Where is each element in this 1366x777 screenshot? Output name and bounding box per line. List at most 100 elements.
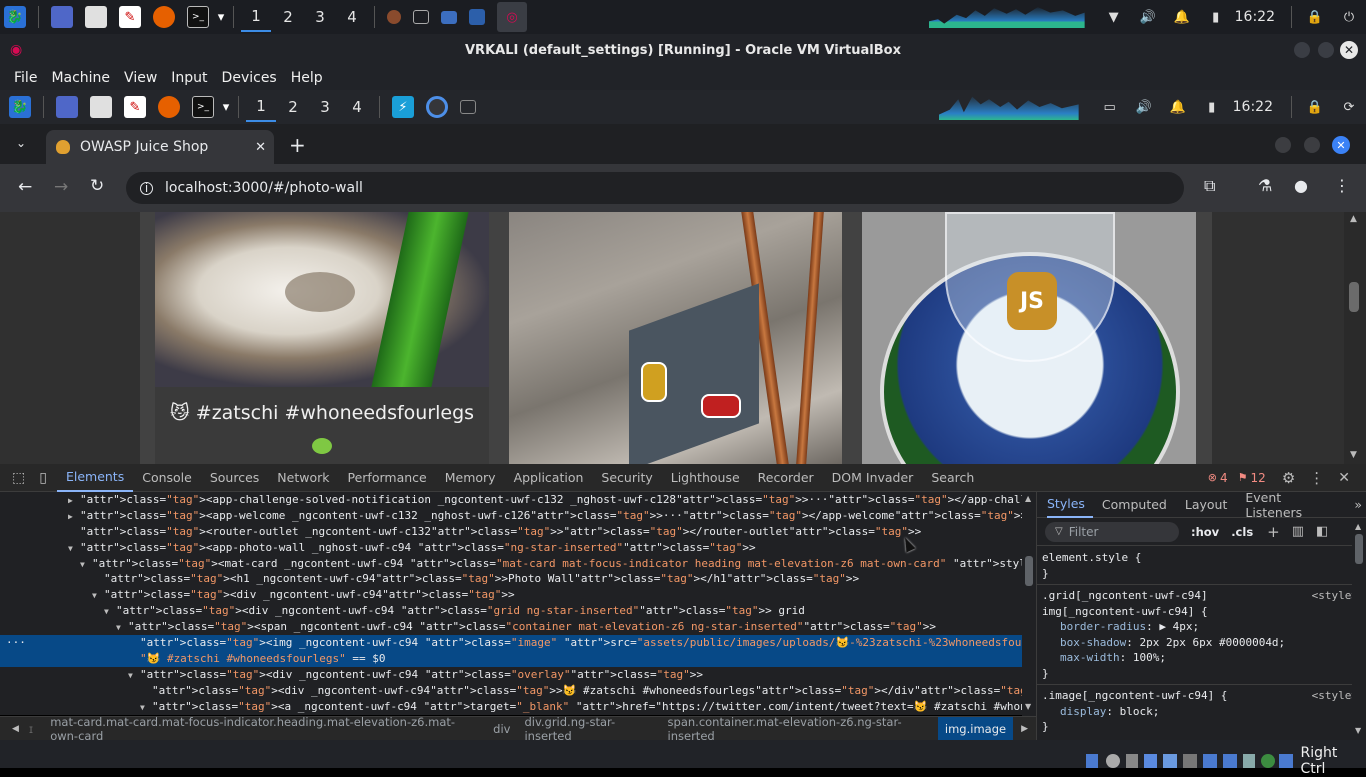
- elements-scrollbar[interactable]: ▲ ▼: [1022, 492, 1036, 716]
- minimize-icon[interactable]: [1294, 42, 1310, 58]
- audio-icon[interactable]: [1126, 754, 1138, 768]
- menu-kebab-icon[interactable]: ⋮: [1334, 176, 1350, 195]
- refresh-session-icon[interactable]: ⟳: [1338, 96, 1360, 118]
- dom-node[interactable]: ▼"attr">class="tag"><a _ngcontent-uwf-c9…: [0, 699, 1036, 715]
- recording-icon[interactable]: [1223, 754, 1237, 768]
- devtools-tab-dom-invader[interactable]: DOM Invader: [823, 464, 923, 492]
- forward-icon[interactable]: →: [54, 177, 68, 197]
- expand-toggle-icon[interactable]: ▼: [68, 541, 80, 557]
- breadcrumb-item[interactable]: mat-card.mat-card.mat-focus-indicator.he…: [43, 717, 486, 740]
- menu-file[interactable]: File: [0, 70, 44, 86]
- terminal-icon[interactable]: >_: [187, 6, 209, 28]
- dom-node[interactable]: ▼"attr">class="tag"><app-photo-wall _ngh…: [0, 540, 1036, 556]
- device-toolbar-icon[interactable]: ▯: [39, 470, 47, 486]
- issue-count[interactable]: 12: [1251, 471, 1266, 485]
- style-declaration[interactable]: border-radius: ▶ 4px;: [1042, 619, 1358, 635]
- menu-view[interactable]: View: [117, 70, 164, 86]
- profile-icon[interactable]: ●: [1294, 176, 1308, 195]
- dom-node[interactable]: ▶"attr">class="tag"><app-welcome _ngcont…: [0, 508, 1036, 524]
- folder-window-icon[interactable]: [441, 11, 457, 24]
- scroll-down-icon[interactable]: ▼: [1355, 726, 1361, 735]
- workspace-3[interactable]: 3: [310, 92, 340, 122]
- bell-icon[interactable]: 🔔: [1167, 96, 1189, 118]
- expand-toggle-icon[interactable]: ▼: [140, 700, 152, 715]
- expand-toggle-icon[interactable]: ▼: [116, 620, 128, 636]
- back-icon[interactable]: ←: [18, 177, 32, 197]
- workspace-1[interactable]: 1: [246, 92, 276, 122]
- add-rule-icon[interactable]: +: [1267, 523, 1280, 541]
- chromium-icon[interactable]: [426, 96, 448, 118]
- hov-toggle[interactable]: :hov: [1191, 525, 1219, 539]
- dom-node[interactable]: ▼"attr">class="tag"><div _ngcontent-uwf-…: [0, 587, 1036, 603]
- scroll-thumb[interactable]: [1025, 556, 1033, 586]
- scroll-up-icon[interactable]: ▲: [1355, 522, 1361, 531]
- style-declaration[interactable]: max-width: 100%;: [1042, 650, 1358, 666]
- tab-juice-shop[interactable]: OWASP Juice Shop ✕: [46, 130, 274, 164]
- volume-icon[interactable]: 🔊: [1137, 6, 1159, 28]
- dom-node[interactable]: ▼"attr">class="tag"><span _ngcontent-uwf…: [0, 619, 1036, 635]
- firefox-window-icon[interactable]: [387, 10, 401, 24]
- mouse-integration-icon[interactable]: [1261, 754, 1275, 768]
- workspace-3[interactable]: 3: [305, 2, 335, 32]
- breadcrumb-item[interactable]: span.container.mat-elevation-z6.ng-star-…: [661, 717, 938, 740]
- close-tab-icon[interactable]: ✕: [255, 140, 266, 155]
- new-tab-button[interactable]: +: [289, 133, 306, 157]
- site-info-icon[interactable]: i: [140, 182, 153, 195]
- dom-node[interactable]: ▼"attr">class="tag"><div _ngcontent-uwf-…: [0, 667, 1036, 683]
- devtools-tab-application[interactable]: Application: [505, 464, 593, 492]
- optical-icon[interactable]: [1106, 754, 1120, 768]
- network-icon[interactable]: [1144, 754, 1158, 768]
- paint-icon[interactable]: ▥: [1292, 524, 1304, 539]
- breadcrumb-back-icon[interactable]: ◀: [0, 724, 29, 734]
- workspace-1[interactable]: 1: [241, 2, 271, 32]
- vt-x-icon[interactable]: [1243, 754, 1255, 768]
- node-actions-icon[interactable]: ···: [6, 635, 26, 651]
- dom-node[interactable]: "attr">class="tag"><h1 _ngcontent-uwf-c9…: [0, 571, 1036, 587]
- settings-gear-icon[interactable]: ⚙: [1282, 469, 1295, 487]
- devtools-tab-sources[interactable]: Sources: [201, 464, 268, 492]
- extensions-icon[interactable]: ⧉: [1204, 176, 1215, 196]
- cls-toggle[interactable]: .cls: [1231, 525, 1253, 539]
- labs-icon[interactable]: ⚗: [1258, 176, 1272, 195]
- wifi-icon[interactable]: ▼: [1103, 6, 1125, 28]
- issue-badge-icon[interactable]: ⚑: [1238, 471, 1248, 484]
- devtools-tab-network[interactable]: Network: [268, 464, 338, 492]
- close-icon[interactable]: ✕: [1332, 136, 1350, 154]
- devtools-tab-lighthouse[interactable]: Lighthouse: [662, 464, 749, 492]
- breadcrumb-item[interactable]: div.grid.ng-star-inserted: [517, 717, 660, 740]
- battery-icon[interactable]: ▮: [1201, 96, 1223, 118]
- styles-scrollbar[interactable]: ▲ ▼: [1352, 518, 1366, 740]
- style-declaration[interactable]: box-shadow: 2px 2px 6px #0000004d;: [1042, 635, 1358, 651]
- toggle-sidebar-icon[interactable]: ◧: [1316, 524, 1328, 539]
- devtools-tab-security[interactable]: Security: [592, 464, 661, 492]
- dom-node[interactable]: "attr">class="tag"><router-outlet _ngcon…: [0, 524, 1036, 540]
- breadcrumb-forward-icon[interactable]: ▶: [1013, 724, 1036, 734]
- dom-node[interactable]: ▶"attr">class="tag"><app-challenge-solve…: [0, 492, 1036, 508]
- expand-toggle-icon[interactable]: ▼: [92, 588, 104, 604]
- menu-input[interactable]: Input: [164, 70, 214, 86]
- usb-icon[interactable]: [1163, 754, 1177, 768]
- keyboard-icon[interactable]: [1279, 754, 1293, 768]
- kali-menu-icon[interactable]: 🐉: [9, 96, 31, 118]
- devtools-tab-performance[interactable]: Performance: [339, 464, 436, 492]
- dom-node-selected[interactable]: "😼 #zatschi #whoneedsfourlegs" == $0: [0, 651, 1036, 667]
- error-badge-icon[interactable]: ⊗: [1208, 471, 1217, 484]
- expand-toggle-icon[interactable]: ▼: [128, 668, 140, 684]
- scroll-thumb[interactable]: [1349, 282, 1359, 312]
- terminal-window-icon[interactable]: [460, 100, 476, 114]
- workspace-4[interactable]: 4: [342, 92, 372, 122]
- twitter-icon[interactable]: [312, 438, 332, 454]
- terminal-icon[interactable]: >_: [192, 96, 214, 118]
- devtools-tab-console[interactable]: Console: [133, 464, 201, 492]
- tab-event-listeners[interactable]: Event Listeners: [1236, 492, 1350, 520]
- bell-icon[interactable]: 🔔: [1171, 6, 1193, 28]
- more-tabs-icon[interactable]: »: [1350, 497, 1366, 512]
- display-icon[interactable]: [1203, 754, 1217, 768]
- tab-computed[interactable]: Computed: [1093, 497, 1176, 512]
- style-declaration[interactable]: display: block;: [1042, 704, 1358, 720]
- lock-icon[interactable]: 🔒: [1304, 96, 1326, 118]
- hdd-icon[interactable]: [1086, 754, 1098, 768]
- kali-menu-icon[interactable]: 🐉: [4, 6, 26, 28]
- devtools-tab-recorder[interactable]: Recorder: [749, 464, 823, 492]
- volume-icon[interactable]: 🔊: [1133, 96, 1155, 118]
